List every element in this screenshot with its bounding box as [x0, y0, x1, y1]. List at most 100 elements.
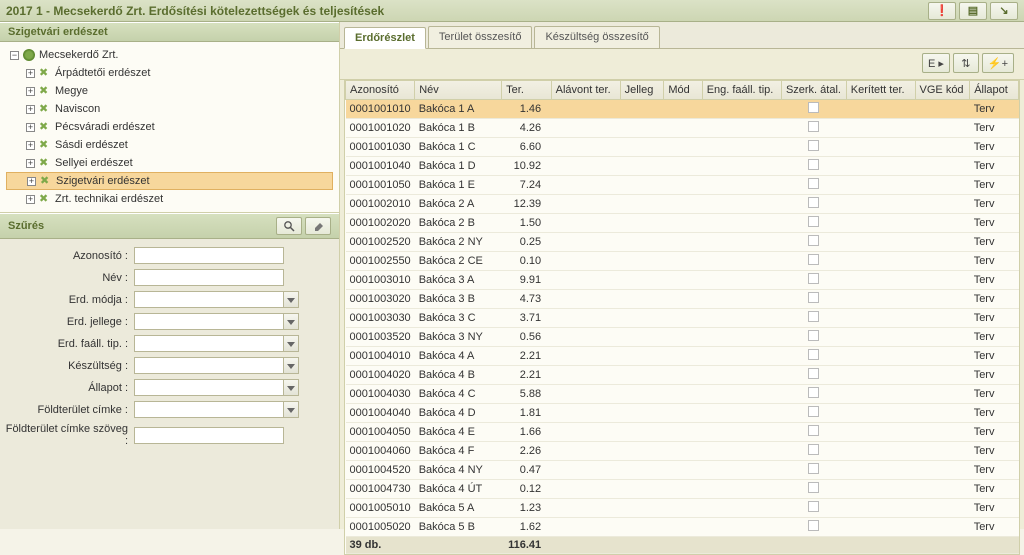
table-row[interactable]: 0001002520Bakóca 2 NY0.25Terv — [346, 233, 1019, 252]
cell-szerk[interactable] — [781, 271, 846, 290]
cell-szerk[interactable] — [781, 461, 846, 480]
combo-erd-faall-tip[interactable] — [134, 335, 283, 352]
column-header[interactable]: Eng. faáll. tip. — [702, 81, 781, 100]
tab[interactable]: Készültség összesítő — [534, 26, 659, 48]
checkbox-icon[interactable] — [808, 292, 819, 303]
table-row[interactable]: 0001001050Bakóca 1 E7.24Terv — [346, 176, 1019, 195]
table-row[interactable]: 0001001030Bakóca 1 C6.60Terv — [346, 138, 1019, 157]
cell-szerk[interactable] — [781, 385, 846, 404]
checkbox-icon[interactable] — [808, 102, 819, 113]
table-row[interactable]: 0001004040Bakóca 4 D1.81Terv — [346, 404, 1019, 423]
cell-szerk[interactable] — [781, 214, 846, 233]
expander-icon[interactable]: + — [26, 123, 35, 132]
tree-item[interactable]: +Zrt. technikai erdészet — [6, 190, 333, 208]
cell-szerk[interactable] — [781, 404, 846, 423]
expander-icon[interactable]: + — [26, 159, 35, 168]
table-row[interactable]: 0001001040Bakóca 1 D10.92Terv — [346, 157, 1019, 176]
cell-szerk[interactable] — [781, 100, 846, 119]
cell-szerk[interactable] — [781, 518, 846, 537]
dropdown-icon[interactable] — [283, 379, 299, 396]
checkbox-icon[interactable] — [808, 444, 819, 455]
column-header[interactable]: Név — [415, 81, 502, 100]
dropdown-icon[interactable] — [283, 313, 299, 330]
checkbox-icon[interactable] — [808, 235, 819, 246]
cell-szerk[interactable] — [781, 328, 846, 347]
column-header[interactable]: Alávont ter. — [551, 81, 620, 100]
checkbox-icon[interactable] — [808, 520, 819, 531]
column-header[interactable]: Azonosító — [346, 81, 415, 100]
cell-szerk[interactable] — [781, 347, 846, 366]
checkbox-icon[interactable] — [808, 425, 819, 436]
tree-root-label[interactable]: Mecsekerdő Zrt. — [39, 49, 118, 61]
checkbox-icon[interactable] — [808, 121, 819, 132]
tree-item[interactable]: +Naviscon — [6, 100, 333, 118]
checkbox-icon[interactable] — [808, 216, 819, 227]
title-btn-3[interactable]: ↘ — [990, 2, 1018, 20]
toolbar-btn-2[interactable]: ⇅ — [953, 53, 979, 73]
combo-keszultseg[interactable] — [134, 357, 283, 374]
cell-szerk[interactable] — [781, 499, 846, 518]
checkbox-icon[interactable] — [808, 349, 819, 360]
tree-item[interactable]: +Szigetvári erdészet — [6, 172, 333, 190]
column-header[interactable]: Kerített ter. — [846, 81, 915, 100]
column-header[interactable]: Mód — [664, 81, 702, 100]
expander-icon[interactable]: + — [26, 195, 35, 204]
tree-item[interactable]: +Sellyei erdészet — [6, 154, 333, 172]
table-row[interactable]: 0001001010Bakóca 1 A1.46Terv — [346, 100, 1019, 119]
title-btn-2[interactable]: ▤ — [959, 2, 987, 20]
table-row[interactable]: 0001004020Bakóca 4 B2.21Terv — [346, 366, 1019, 385]
checkbox-icon[interactable] — [808, 254, 819, 265]
dropdown-icon[interactable] — [283, 401, 299, 418]
expander-icon[interactable]: + — [26, 141, 35, 150]
checkbox-icon[interactable] — [808, 482, 819, 493]
table-row[interactable]: 0001002010Bakóca 2 A12.39Terv — [346, 195, 1019, 214]
combo-erd-modja[interactable] — [134, 291, 283, 308]
tree-item[interactable]: +Pécsváradi erdészet — [6, 118, 333, 136]
checkbox-icon[interactable] — [808, 387, 819, 398]
expander-icon[interactable]: + — [27, 177, 36, 186]
table-row[interactable]: 0001001020Bakóca 1 B4.26Terv — [346, 119, 1019, 138]
input-azonosito[interactable] — [134, 247, 284, 264]
checkbox-icon[interactable] — [808, 159, 819, 170]
checkbox-icon[interactable] — [808, 178, 819, 189]
checkbox-icon[interactable] — [808, 501, 819, 512]
cell-szerk[interactable] — [781, 157, 846, 176]
checkbox-icon[interactable] — [808, 140, 819, 151]
table-row[interactable]: 0001004050Bakóca 4 E1.66Terv — [346, 423, 1019, 442]
table-row[interactable]: 0001003520Bakóca 3 NY0.56Terv — [346, 328, 1019, 347]
toolbar-btn-1[interactable]: E ▸ — [922, 53, 950, 73]
cell-szerk[interactable] — [781, 442, 846, 461]
combo-allapot[interactable] — [134, 379, 283, 396]
cell-szerk[interactable] — [781, 176, 846, 195]
data-grid[interactable]: AzonosítóNévTer.Alávont ter.JellegMódEng… — [345, 81, 1019, 554]
cell-szerk[interactable] — [781, 119, 846, 138]
table-row[interactable]: 0001004060Bakóca 4 F2.26Terv — [346, 442, 1019, 461]
dropdown-icon[interactable] — [283, 291, 299, 308]
column-header[interactable]: Ter. — [502, 81, 551, 100]
cell-szerk[interactable] — [781, 366, 846, 385]
expander-icon[interactable]: + — [26, 87, 35, 96]
cell-szerk[interactable] — [781, 423, 846, 442]
checkbox-icon[interactable] — [808, 273, 819, 284]
combo-foldterulet-cimke[interactable] — [134, 401, 283, 418]
input-nev[interactable] — [134, 269, 284, 286]
tree-item[interactable]: +Árpádtetői erdészet — [6, 64, 333, 82]
toolbar-btn-3[interactable]: ⚡+ — [982, 53, 1014, 73]
checkbox-icon[interactable] — [808, 406, 819, 417]
expander-icon[interactable]: − — [10, 51, 19, 60]
tab[interactable]: Terület összesítő — [428, 26, 533, 48]
table-row[interactable]: 0001002550Bakóca 2 CE0.10Terv — [346, 252, 1019, 271]
checkbox-icon[interactable] — [808, 368, 819, 379]
table-row[interactable]: 0001004520Bakóca 4 NY0.47Terv — [346, 461, 1019, 480]
tree-item[interactable]: +Sásdi erdészet — [6, 136, 333, 154]
expander-icon[interactable]: + — [26, 105, 35, 114]
cell-szerk[interactable] — [781, 138, 846, 157]
dropdown-icon[interactable] — [283, 357, 299, 374]
tab[interactable]: Erdőrészlet — [344, 27, 426, 49]
column-header[interactable]: Állapot — [970, 81, 1019, 100]
table-row[interactable]: 0001003010Bakóca 3 A9.91Terv — [346, 271, 1019, 290]
table-row[interactable]: 0001004730Bakóca 4 ÚT0.12Terv — [346, 480, 1019, 499]
search-button[interactable] — [276, 217, 302, 235]
table-row[interactable]: 0001003020Bakóca 3 B4.73Terv — [346, 290, 1019, 309]
table-row[interactable]: 0001003030Bakóca 3 C3.71Terv — [346, 309, 1019, 328]
